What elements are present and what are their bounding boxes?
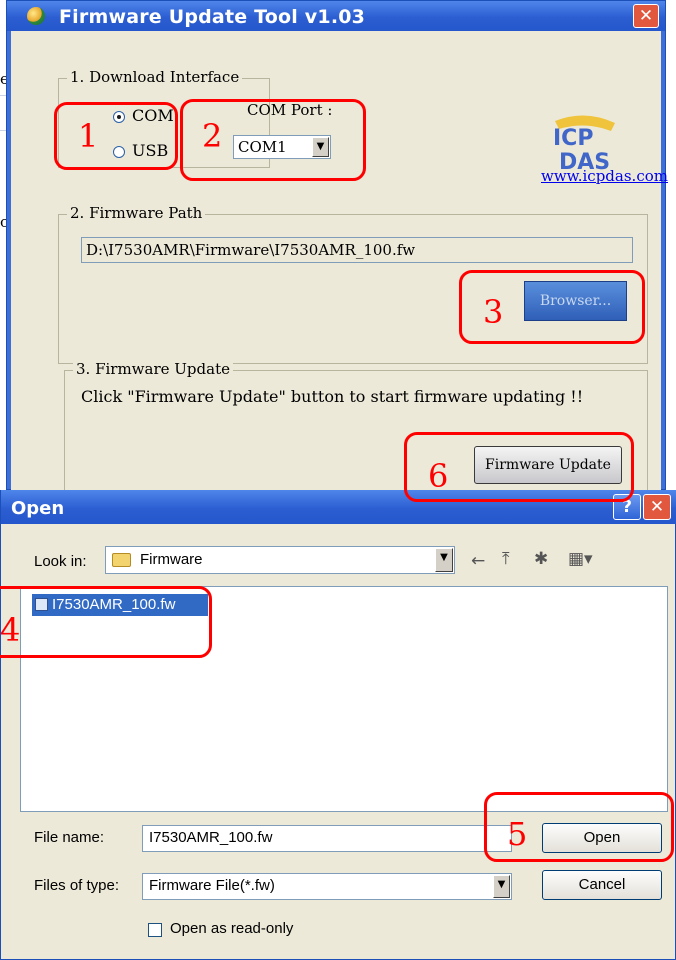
look-in-value: Firmware [140,551,203,568]
group-legend: 3. Firmware Update [73,360,233,378]
read-only-checkbox[interactable] [148,923,162,937]
annotation-box-1 [54,102,178,170]
chevron-down-icon[interactable]: ▼ [435,548,453,572]
file-name-value: I7530AMR_100.fw [149,829,273,846]
chevron-down-icon[interactable]: ▼ [493,875,510,898]
annotation-number-6: 6 [428,457,449,495]
annotation-number-4: 4 [0,611,21,649]
dialog-close-button[interactable]: ✕ [643,494,671,520]
look-in-label: Look in: [34,553,87,570]
title-bar: Firmware Update Tool v1.03 ✕ [7,1,665,31]
annotation-number-2: 2 [202,117,223,155]
group-legend: 1. Download Interface [67,68,243,86]
annotation-number-1: 1 [78,117,99,155]
new-folder-icon[interactable]: ✱ [534,549,548,569]
folder-icon [112,553,131,567]
annotation-number-3: 3 [483,293,504,331]
look-in-select[interactable]: Firmware ▼ [105,546,455,574]
app-icon [27,7,45,25]
dialog-title: Open [11,498,65,519]
files-of-type-label: Files of type: [34,877,120,894]
firmware-path-field[interactable]: D:\I7530AMR\Firmware\I7530AMR_100.fw [81,237,633,263]
file-name-input[interactable]: I7530AMR_100.fw [142,825,512,852]
cancel-button[interactable]: Cancel [542,870,662,900]
website-link[interactable]: www.icpdas.com [541,167,668,185]
back-icon[interactable]: ← [471,551,485,571]
window-title: Firmware Update Tool v1.03 [59,6,366,28]
update-instruction: Click "Firmware Update" button to start … [81,387,584,406]
up-folder-icon[interactable]: ⤒ [502,549,510,569]
svg-text:ICP: ICP [553,126,593,151]
annotation-number-5: 5 [507,815,528,853]
view-menu-icon[interactable]: ▦▾ [568,549,593,569]
files-of-type-select[interactable]: Firmware File(*.fw) ▼ [142,873,512,900]
icpdas-logo: ICP DAS [545,115,623,175]
annotation-box-4 [0,586,212,658]
firmware-tool-window: Firmware Update Tool v1.03 ✕ 1. Download… [6,0,668,500]
file-name-label: File name: [34,829,105,846]
close-button[interactable]: ✕ [633,4,659,28]
read-only-label: Open as read-only [170,920,294,937]
files-of-type-value: Firmware File(*.fw) [149,877,275,894]
group-legend: 2. Firmware Path [67,204,206,222]
